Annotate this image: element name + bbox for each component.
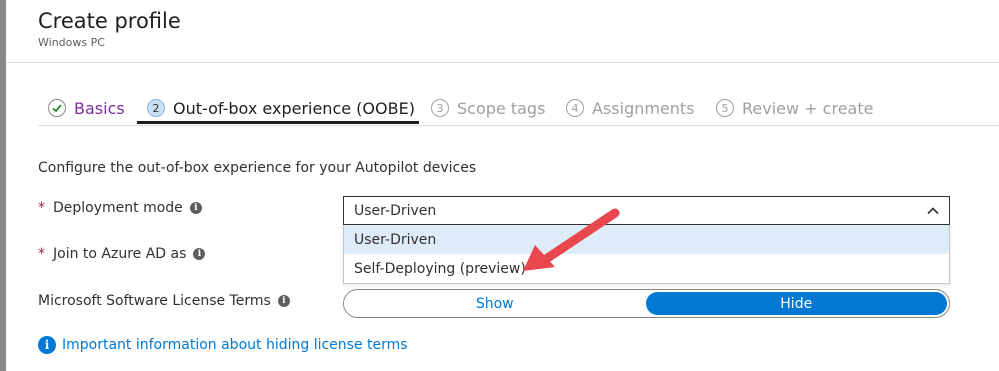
tab-basics[interactable]: Basics bbox=[48, 95, 125, 121]
field-label-text: Microsoft Software License Terms bbox=[38, 293, 271, 309]
tab-label: Scope tags bbox=[457, 98, 546, 118]
field-label-text: Deployment mode bbox=[53, 200, 183, 216]
page-title: Create profile bbox=[38, 9, 181, 33]
license-terms-label: Microsoft Software License Terms i bbox=[38, 293, 290, 309]
header-divider bbox=[6, 62, 999, 63]
step-number-badge: 4 bbox=[566, 99, 584, 117]
blade-header: Create profile Windows PC bbox=[38, 6, 181, 49]
deployment-mode-label: * Deployment mode i bbox=[38, 200, 202, 216]
tab-label: Out-of-box experience (OOBE) bbox=[173, 98, 415, 118]
required-asterisk: * bbox=[38, 246, 45, 262]
tabs-divider bbox=[38, 125, 999, 126]
step-number-badge: 3 bbox=[431, 99, 449, 117]
step-number-badge: 2 bbox=[147, 99, 165, 117]
page-subtitle: Windows PC bbox=[38, 36, 105, 49]
tab-label: Basics bbox=[74, 98, 125, 118]
tab-scope-tags[interactable]: 3 Scope tags bbox=[431, 95, 545, 121]
show-option[interactable]: Show bbox=[344, 290, 646, 317]
join-azure-label: * Join to Azure AD as i bbox=[38, 246, 206, 262]
chevron-up-icon bbox=[927, 207, 939, 215]
info-icon[interactable]: i bbox=[193, 248, 206, 260]
tab-assignments[interactable]: 4 Assignments bbox=[566, 95, 695, 121]
license-info-link[interactable]: i Important information about hiding lic… bbox=[38, 336, 408, 354]
option-self-deploying[interactable]: Self-Deploying (preview) bbox=[344, 254, 949, 283]
select-value: User-Driven bbox=[354, 202, 437, 219]
info-circle-icon: i bbox=[38, 336, 56, 354]
license-terms-toggle: Show Hide bbox=[343, 289, 950, 318]
section-description: Configure the out-of-box experience for … bbox=[38, 160, 477, 176]
field-label-text: Join to Azure AD as bbox=[53, 246, 187, 262]
tab-label: Review + create bbox=[742, 98, 874, 118]
wizard-tabs: Basics 2 Out-of-box experience (OOBE) 3 … bbox=[38, 92, 999, 126]
info-icon[interactable]: i bbox=[277, 295, 290, 307]
step-number-badge: 5 bbox=[716, 99, 734, 117]
required-asterisk: * bbox=[38, 200, 45, 216]
option-user-driven[interactable]: User-Driven bbox=[344, 225, 949, 254]
deployment-mode-select[interactable]: User-Driven bbox=[343, 196, 950, 225]
tab-review-create[interactable]: 5 Review + create bbox=[716, 95, 873, 121]
active-tab-indicator bbox=[137, 121, 419, 124]
tab-label: Assignments bbox=[592, 98, 695, 118]
deployment-mode-dropdown: User-Driven Self-Deploying (preview) bbox=[343, 225, 950, 284]
red-arrow-annotation bbox=[523, 208, 620, 271]
window-left-border bbox=[0, 0, 6, 371]
hide-option[interactable]: Hide bbox=[645, 292, 947, 315]
info-icon[interactable]: i bbox=[189, 202, 202, 214]
checkmark-icon bbox=[48, 99, 66, 117]
tab-oobe[interactable]: 2 Out-of-box experience (OOBE) bbox=[147, 95, 415, 121]
link-text: Important information about hiding licen… bbox=[62, 337, 408, 353]
